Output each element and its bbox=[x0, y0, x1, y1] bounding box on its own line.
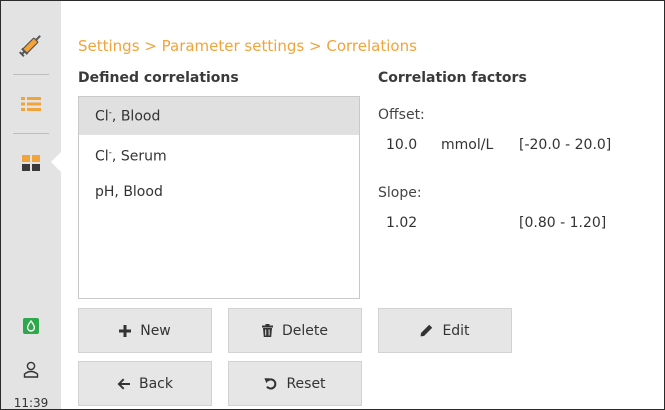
reset-button[interactable]: Reset bbox=[228, 361, 362, 406]
list-item[interactable]: Cl-, Serum bbox=[79, 137, 359, 175]
correlation-factors-title: Correlation factors bbox=[378, 70, 527, 86]
pencil-icon bbox=[420, 324, 433, 337]
list-item-label: pH, Blood bbox=[95, 184, 163, 200]
back-button[interactable]: Back bbox=[78, 361, 212, 406]
slope-label: Slope: bbox=[378, 185, 422, 201]
list-item-label: Cl-, Blood bbox=[95, 107, 161, 125]
slope-range: [0.80 - 1.20] bbox=[519, 215, 607, 231]
defined-correlations-title: Defined correlations bbox=[78, 70, 239, 86]
list-item[interactable]: pH, Blood bbox=[79, 173, 359, 211]
trash-icon bbox=[262, 324, 273, 337]
slope-value: 1.02 bbox=[386, 215, 418, 231]
sidebar-separator bbox=[13, 133, 49, 134]
app-window: 11:39 Settings > Parameter settings > Co… bbox=[0, 0, 665, 410]
list-item-label: Cl-, Serum bbox=[95, 147, 167, 165]
offset-range: [-20.0 - 20.0] bbox=[519, 137, 612, 153]
sidebar-separator bbox=[13, 74, 49, 75]
delete-button-label: Delete bbox=[282, 322, 328, 339]
offset-label: Offset: bbox=[378, 107, 425, 123]
plus-icon bbox=[119, 324, 132, 337]
sidebar: 11:39 bbox=[1, 1, 61, 410]
arrow-left-icon bbox=[117, 378, 130, 390]
new-button[interactable]: New bbox=[78, 308, 212, 353]
undo-icon bbox=[264, 377, 277, 390]
edit-button-label: Edit bbox=[442, 322, 470, 339]
offset-unit: mmol/L bbox=[441, 137, 494, 153]
correlation-list: Cl-, Blood Cl-, Serum pH, Blood bbox=[78, 96, 360, 299]
list-icon[interactable] bbox=[1, 89, 61, 119]
breadcrumb: Settings > Parameter settings > Correlat… bbox=[78, 37, 417, 55]
new-button-label: New bbox=[140, 322, 171, 339]
delete-button[interactable]: Delete bbox=[228, 308, 362, 353]
list-item[interactable]: Cl-, Blood bbox=[79, 97, 359, 135]
user-icon[interactable] bbox=[1, 357, 61, 381]
edit-button[interactable]: Edit bbox=[378, 308, 512, 353]
drop-icon[interactable] bbox=[1, 314, 61, 338]
syringe-icon[interactable] bbox=[1, 25, 61, 65]
clock-time: 11:39 bbox=[13, 396, 49, 410]
offset-value: 10.0 bbox=[386, 137, 418, 153]
back-button-label: Back bbox=[139, 375, 173, 392]
active-indicator bbox=[51, 152, 61, 172]
reset-button-label: Reset bbox=[286, 375, 326, 392]
